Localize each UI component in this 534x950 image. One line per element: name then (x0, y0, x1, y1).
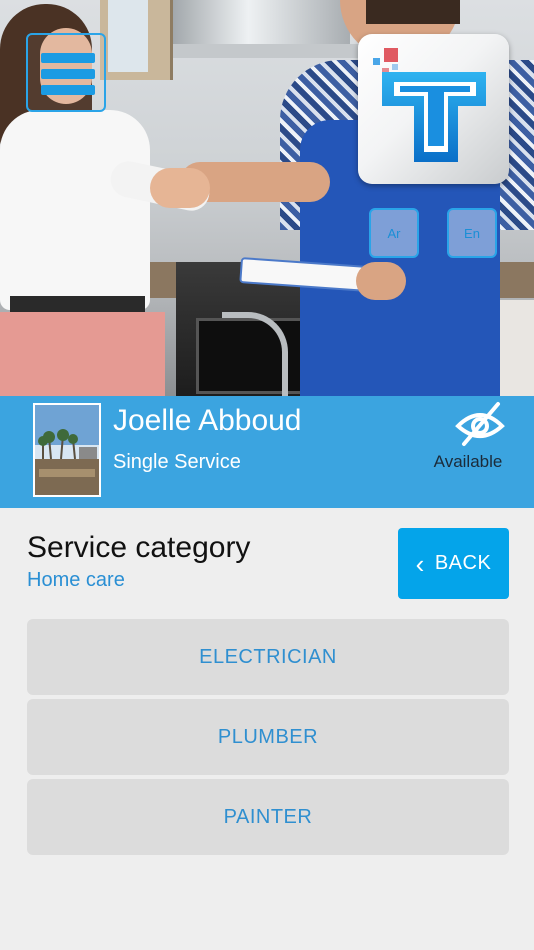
language-english-button[interactable]: En (447, 208, 497, 258)
profile-name: Joelle Abboud (113, 404, 302, 437)
service-item-electrician[interactable]: ELECTRICIAN (27, 619, 509, 695)
handshake (150, 168, 210, 208)
man-hair (366, 0, 460, 24)
back-button[interactable]: ‹ BACK (398, 528, 509, 599)
chevron-left-icon: ‹ (415, 548, 425, 579)
back-button-label: BACK (434, 552, 492, 574)
woman-pants (0, 312, 165, 396)
service-item-plumber[interactable]: PLUMBER (27, 699, 509, 775)
man-hand (356, 262, 406, 300)
kitchen-window (108, 0, 148, 72)
page-title: Service category (27, 531, 251, 564)
eye-slash-icon[interactable] (454, 400, 506, 448)
t-letter-logo-icon (373, 48, 486, 162)
language-arabic-button[interactable]: Ar (369, 208, 419, 258)
menu-button[interactable] (26, 33, 106, 112)
avatar[interactable] (33, 403, 101, 497)
range-hood-base (150, 44, 370, 58)
avatar-image (35, 405, 99, 495)
category-subtitle: Home care (27, 569, 125, 591)
service-item-painter[interactable]: PAINTER (27, 779, 509, 855)
profile-service-type: Single Service (113, 451, 241, 473)
app-logo (358, 34, 509, 184)
availability-status: Available (433, 452, 503, 471)
woman-shirt (0, 110, 150, 310)
